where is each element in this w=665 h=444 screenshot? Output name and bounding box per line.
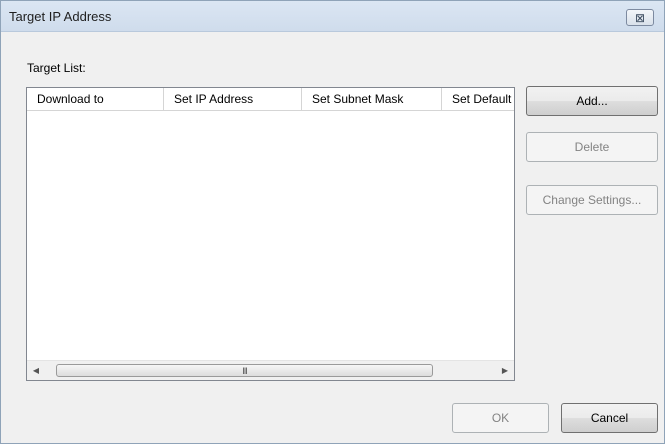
horizontal-scrollbar[interactable]: ◀ III ▶ [27, 360, 514, 380]
target-list[interactable]: Download to Set IP Address Set Subnet Ma… [26, 87, 515, 381]
scrollbar-thumb[interactable]: III [56, 364, 433, 377]
scroll-left-icon[interactable]: ◀ [27, 361, 45, 380]
cancel-button[interactable]: Cancel [561, 403, 658, 433]
grip-icon: III [242, 365, 247, 376]
target-list-label: Target List: [27, 61, 86, 75]
target-list-header: Download to Set IP Address Set Subnet Ma… [27, 88, 514, 111]
close-icon: ⊠ [634, 10, 646, 25]
scroll-right-icon[interactable]: ▶ [496, 361, 514, 380]
close-button[interactable]: ⊠ [626, 9, 654, 26]
add-button[interactable]: Add... [526, 86, 658, 116]
column-header-set-ip-address[interactable]: Set IP Address [164, 88, 302, 110]
column-header-set-default-gateway[interactable]: Set Default Gateway [442, 88, 514, 110]
title-bar: Target IP Address ⊠ [1, 1, 664, 32]
target-ip-address-dialog: Target IP Address ⊠ Target List: Downloa… [0, 0, 665, 444]
window-title: Target IP Address [9, 9, 112, 24]
change-settings-button[interactable]: Change Settings... [526, 185, 658, 215]
delete-button[interactable]: Delete [526, 132, 658, 162]
column-header-download-to[interactable]: Download to [27, 88, 164, 110]
ok-button[interactable]: OK [452, 403, 549, 433]
column-header-set-subnet-mask[interactable]: Set Subnet Mask [302, 88, 442, 110]
